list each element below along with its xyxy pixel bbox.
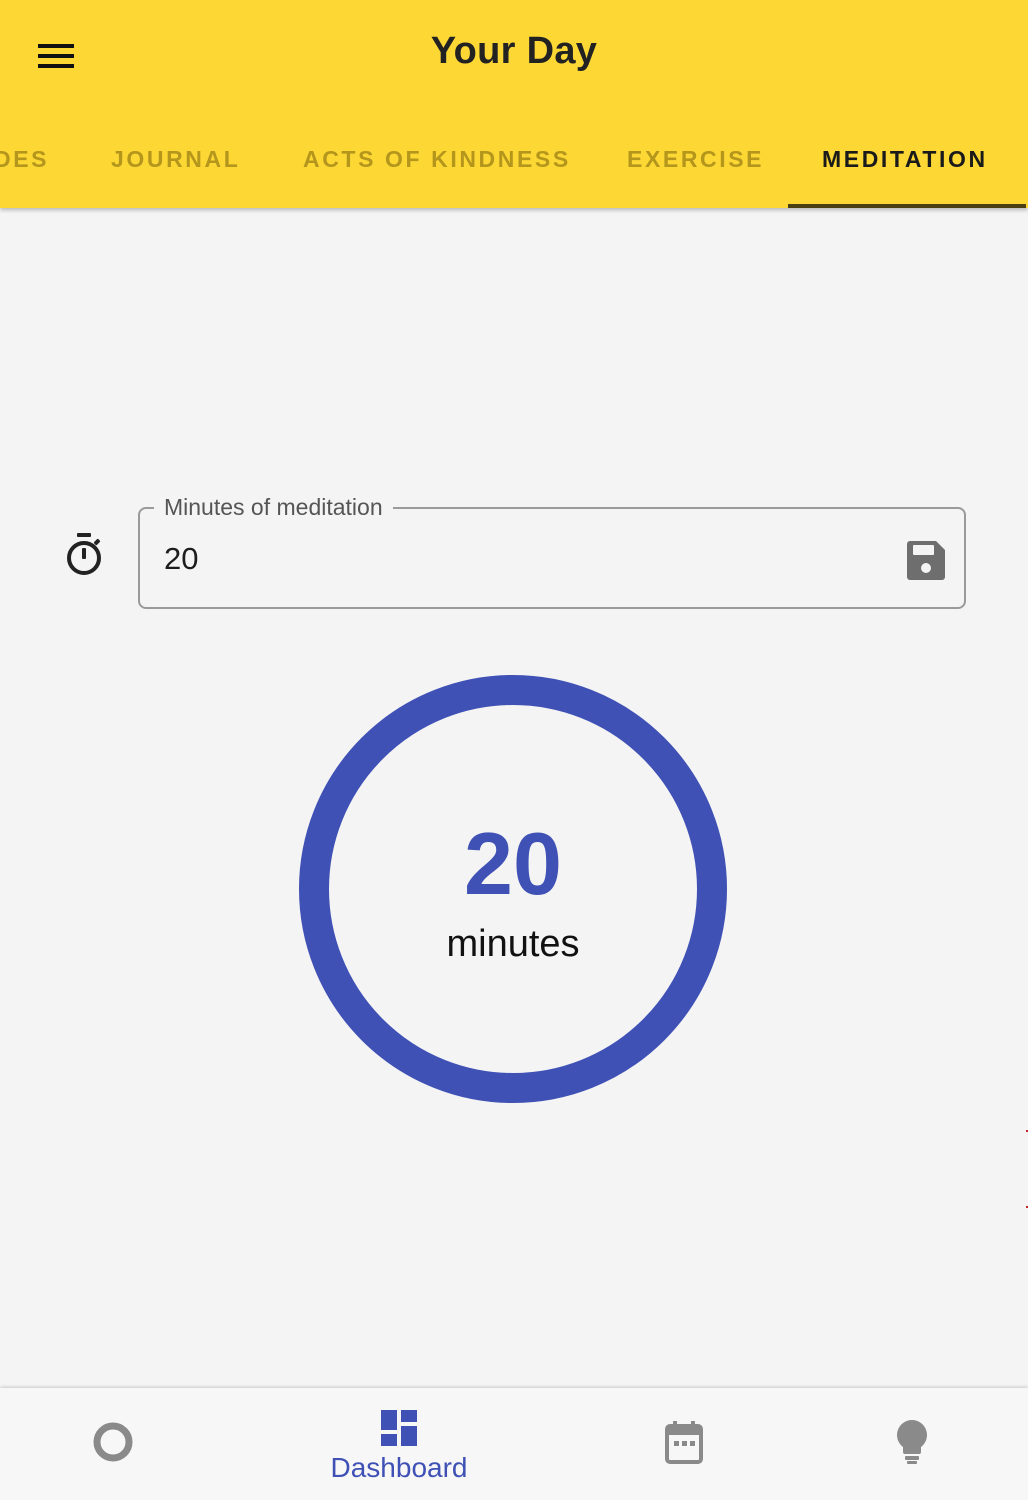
- tab-acts-of-kindness[interactable]: ACTS OF KINDNESS: [303, 112, 571, 208]
- page-title: Your Day: [430, 30, 598, 72]
- tab-journal[interactable]: JOURNAL: [111, 112, 240, 208]
- app-root: Your Day DES JOURNAL ACTS OF KINDNESS EX…: [0, 0, 1028, 1500]
- nav-label-dashboard: Dashboard: [330, 1452, 468, 1483]
- tab-des[interactable]: DES: [0, 112, 49, 208]
- circle-outline-icon: [93, 1422, 133, 1462]
- meditation-progress-ring: 20 minutes: [298, 674, 728, 1104]
- timer-icon: [67, 533, 101, 575]
- meditation-minutes-field[interactable]: Minutes of meditation 20: [138, 492, 966, 609]
- nav-item-dashboard[interactable]: Dashboard: [286, 1388, 512, 1500]
- progress-value: 20: [464, 814, 562, 913]
- save-icon[interactable]: [902, 536, 950, 584]
- bottom-navigation: Dashboard: [0, 1388, 1028, 1500]
- lightbulb-icon: [897, 1420, 927, 1464]
- tab-exercise[interactable]: EXERCISE: [627, 112, 764, 208]
- tab-meditation[interactable]: MEDITATION: [822, 112, 988, 208]
- tab-bar: DES JOURNAL ACTS OF KINDNESS EXERCISE ME…: [0, 112, 1028, 208]
- minutes-input[interactable]: 20: [164, 541, 198, 577]
- progress-readout: 20 minutes: [298, 674, 728, 1104]
- dashboard-icon: [381, 1410, 417, 1446]
- app-bar: Your Day DES JOURNAL ACTS OF KINDNESS EX…: [0, 0, 1028, 208]
- nav-item-ideas[interactable]: [799, 1388, 1025, 1500]
- nav-item-circle[interactable]: [0, 1388, 226, 1500]
- field-label: Minutes of meditation: [154, 492, 393, 522]
- calendar-icon: [665, 1421, 703, 1464]
- active-tab-indicator: [788, 204, 1026, 208]
- progress-unit: minutes: [446, 923, 580, 965]
- nav-item-calendar[interactable]: [571, 1388, 797, 1500]
